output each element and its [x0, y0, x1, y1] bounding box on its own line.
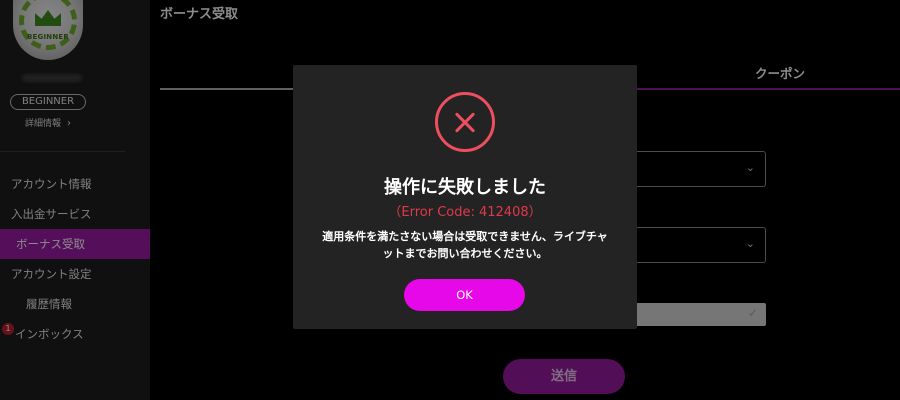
error-x-circle-icon	[435, 92, 495, 152]
dialog-message-line-1: 適用条件を満たさない場合は受取できません、ライブチャ	[322, 230, 608, 243]
ok-button[interactable]: OK	[404, 279, 525, 311]
error-dialog: 操作に失敗しました （Error Code: 412408） 適用条件を満たさな…	[293, 65, 637, 329]
dialog-title: 操作に失敗しました	[384, 177, 546, 198]
dialog-message: 適用条件を満たさない場合は受取できません、ライブチャ ットまでお問い合わせくださ…	[307, 228, 623, 262]
error-code: （Error Code: 412408）	[388, 205, 542, 220]
dialog-message-line-2: ットまでお問い合わせください。	[382, 247, 548, 260]
